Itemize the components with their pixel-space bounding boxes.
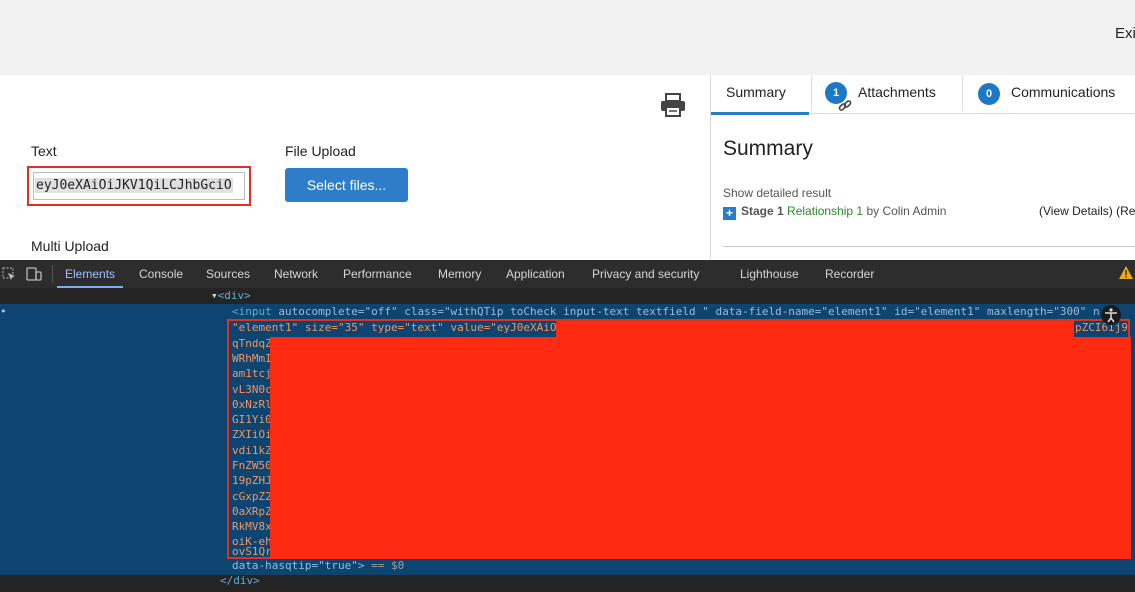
divider <box>723 246 1135 247</box>
summary-title: Summary <box>723 137 813 160</box>
redaction-fill <box>556 321 1074 337</box>
form-pane: Text eyJ0eXAiOiJKV1QiLCJhbGciO File Uplo… <box>0 75 709 260</box>
text-field-label: Text <box>31 143 57 159</box>
devtools-tab-memory[interactable]: Memory <box>438 260 481 288</box>
expand-plus-icon[interactable]: + <box>723 207 736 220</box>
dom-line-hasqtip: data-hasqtip="true"> == $0 <box>232 559 405 572</box>
devtools-toolbar: Elements Console Sources Network Perform… <box>0 260 1135 289</box>
inspect-element-icon[interactable] <box>2 267 16 286</box>
communications-count-badge: 0 <box>978 83 1000 105</box>
devtools-tab-network[interactable]: Network <box>274 260 318 288</box>
stage-row: + Stage 1 Relationship 1 by Colin Admin <box>723 204 946 220</box>
value-fragment: ovS1Qr <box>232 545 272 558</box>
value-fragment: WRhMmI <box>232 352 272 365</box>
multi-upload-label: Multi Upload <box>31 238 109 254</box>
value-fragment: am1tcj <box>232 367 272 380</box>
devtools-tab-lighthouse[interactable]: Lighthouse <box>740 260 799 288</box>
side-tabs: Summary 1 Attachments 0 Communications <box>711 75 1135 115</box>
value-fragment: qTndqZ <box>232 337 272 350</box>
devtools-tab-performance[interactable]: Performance <box>343 260 412 288</box>
value-fragment: 19pZHJ <box>232 474 272 487</box>
file-upload-label: File Upload <box>285 143 356 159</box>
tab-summary[interactable]: Summary <box>711 75 809 115</box>
devtools-tab-elements[interactable]: Elements <box>57 260 124 288</box>
elements-panel: • ▾<div> <input autocomplete="off" class… <box>0 288 1135 592</box>
value-fragment: vL3N0c <box>232 383 272 396</box>
text-field-value: eyJ0eXAiOiJKV1QiLCJhbGciO <box>35 178 233 193</box>
text-field-highlight: eyJ0eXAiOiJKV1QiLCJhbGciO <box>27 166 251 206</box>
dom-line-input[interactable]: <input autocomplete="off" class="withQTi… <box>232 304 1102 319</box>
value-fragment: ZXIiOi <box>232 428 272 441</box>
devtools-tab-application[interactable]: Application <box>506 260 565 288</box>
devtools-tab-privacy-security[interactable]: Privacy and security <box>592 260 699 288</box>
value-fragment: RkMV8x <box>232 520 272 533</box>
text-field-input[interactable]: eyJ0eXAiOiJKV1QiLCJhbGciO <box>33 172 245 200</box>
warning-icon[interactable] <box>1119 266 1133 284</box>
summary-pane: Summary 1 Attachments 0 Communications S… <box>710 75 1135 260</box>
devtools-tab-console[interactable]: Console <box>139 260 183 288</box>
print-icon[interactable] <box>660 93 686 122</box>
dom-line-input-cont: "element1" size="35" type="text" value="… <box>232 321 557 334</box>
dom-line-div-open[interactable]: ▾<div> <box>211 288 251 303</box>
value-fragment: FnZW50 <box>232 459 272 472</box>
value-fragment: cGxpZ2 <box>232 490 272 503</box>
selected-node-marker: == $0 <box>371 559 405 572</box>
app-header: Exi <box>0 0 1135 75</box>
relationship-link[interactable]: Relationship 1 <box>787 204 863 218</box>
value-fragment: vdi1kZ <box>232 444 272 457</box>
tab-communications[interactable]: 0 Communications <box>963 75 1135 112</box>
show-detailed-result-link[interactable]: Show detailed result <box>723 186 831 200</box>
devtools-tab-sources[interactable]: Sources <box>206 260 250 288</box>
tab-attachments[interactable]: 1 Attachments <box>812 75 962 112</box>
value-fragment: GI1Yi0 <box>232 413 272 426</box>
dom-line-div-close[interactable]: </div> <box>220 573 260 588</box>
accessibility-icon[interactable] <box>1101 305 1121 325</box>
value-fragment: 0xNzRl <box>232 398 272 411</box>
device-toolbar-icon[interactable] <box>26 267 42 286</box>
link-icon <box>838 91 852 125</box>
devtools-tab-recorder[interactable]: Recorder <box>825 260 874 288</box>
redaction-fill <box>270 337 1131 559</box>
select-files-button[interactable]: Select files... <box>285 168 408 202</box>
exit-link[interactable]: Exi <box>1115 25 1135 42</box>
value-fragment: 0aXRpZ <box>232 505 272 518</box>
view-details-link[interactable]: (View Details) (Re <box>1039 204 1135 218</box>
